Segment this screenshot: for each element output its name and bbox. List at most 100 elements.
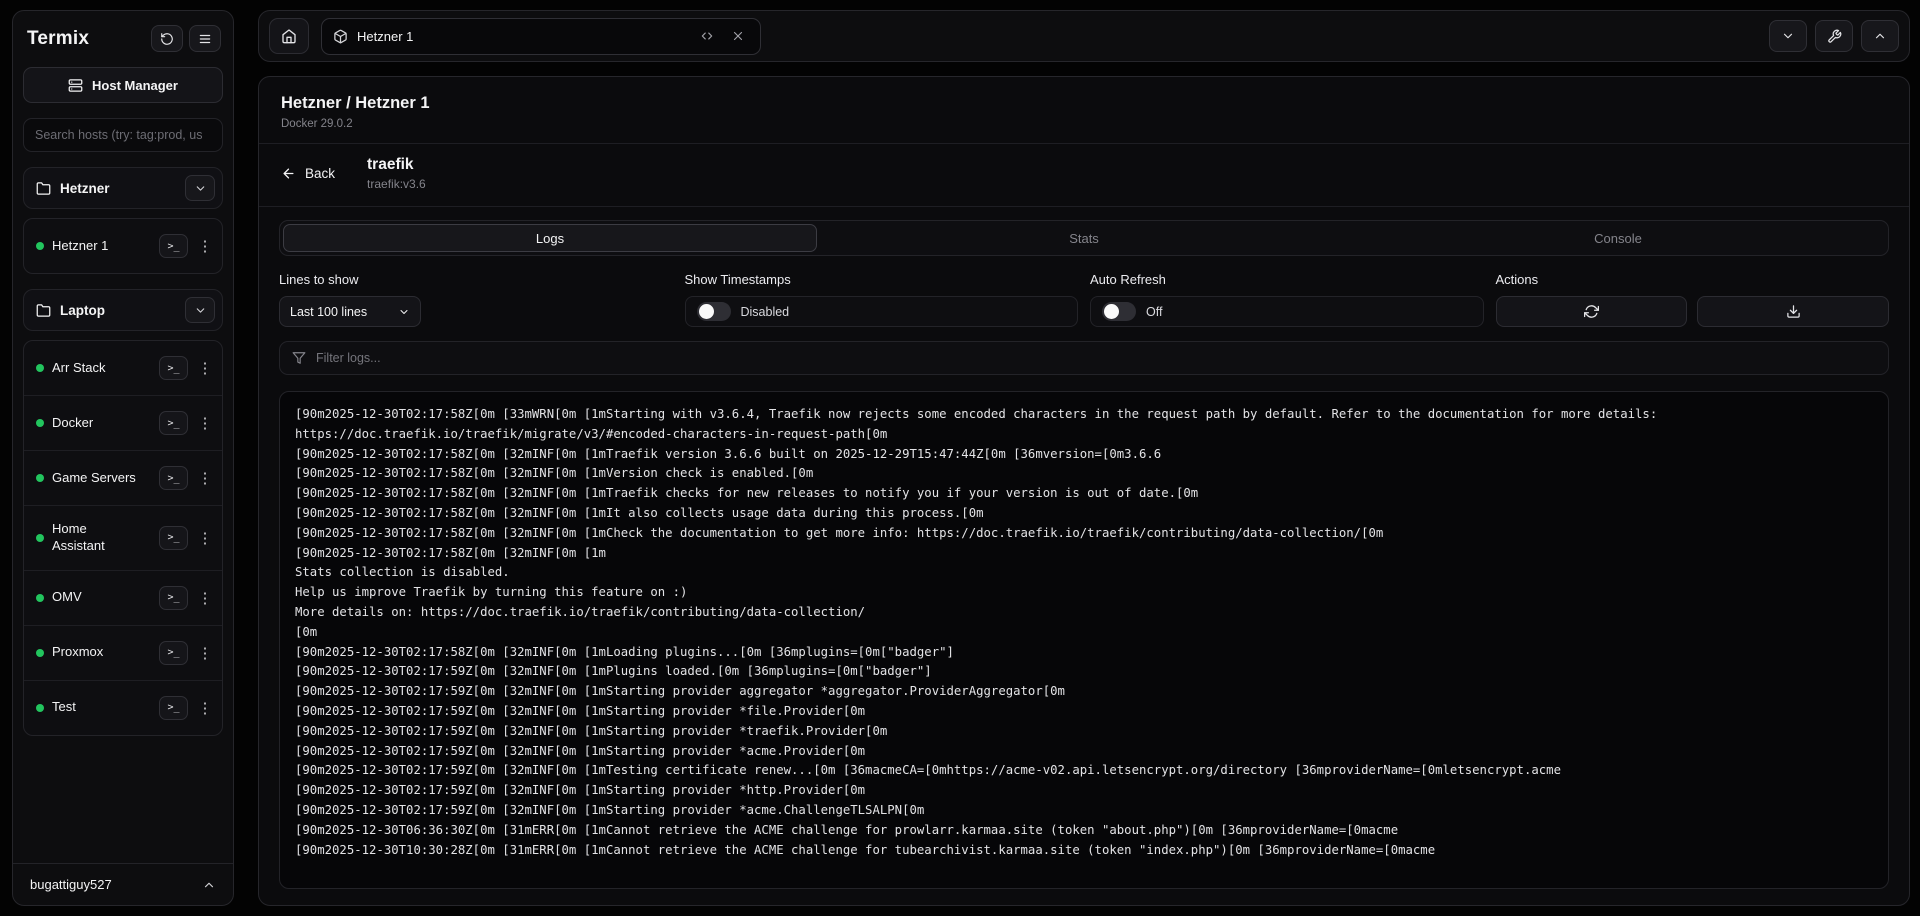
actions-buttons (1496, 296, 1890, 327)
terminal-button[interactable]: >_ (159, 586, 188, 610)
terminal-button[interactable]: >_ (159, 526, 188, 550)
host-item[interactable]: Test >_ ⋮ (24, 680, 222, 735)
download-logs-button[interactable] (1697, 296, 1889, 327)
group-collapse-button[interactable] (185, 175, 215, 201)
toggle-switch[interactable] (697, 302, 731, 321)
arrow-left-icon (281, 166, 296, 181)
back-label: Back (305, 166, 335, 181)
log-line: [90m2025-12-30T02:17:59Z[0m [32mINF[0m [… (295, 682, 1873, 702)
host-item[interactable]: Arr Stack >_ ⋮ (24, 341, 222, 395)
container-header: Back traefik traefik:v3.6 (259, 144, 1909, 207)
log-line: [90m2025-12-30T02:17:59Z[0m [32mINF[0m [… (295, 702, 1873, 722)
host-item[interactable]: Home Assistant >_ ⋮ (24, 505, 222, 570)
auto-refresh-toggle[interactable]: Off (1090, 296, 1484, 327)
menu-button[interactable] (189, 25, 221, 52)
tools-button[interactable] (1815, 20, 1853, 52)
host-search-input[interactable] (23, 118, 223, 152)
host-group-laptop[interactable]: Laptop (23, 289, 223, 331)
split-icon (700, 29, 714, 43)
log-line: [90m2025-12-30T06:36:30Z[0m [31mERR[0m [… (295, 821, 1873, 841)
status-dot (36, 364, 44, 372)
username: bugattiguy527 (30, 877, 112, 892)
sidebar-footer[interactable]: bugattiguy527 (13, 863, 233, 905)
tab-bar-right-controls (1769, 20, 1899, 52)
status-dot (36, 649, 44, 657)
kebab-menu-button[interactable]: ⋮ (196, 411, 214, 435)
terminal-button[interactable]: >_ (159, 411, 188, 435)
show-timestamps-toggle[interactable]: Disabled (685, 296, 1079, 327)
lines-to-show-select[interactable]: Last 100 lines (279, 296, 421, 327)
host-item[interactable]: Proxmox >_ ⋮ (24, 625, 222, 680)
log-controls: Lines to show Last 100 lines Show Timest… (279, 272, 1889, 327)
terminal-button[interactable]: >_ (159, 641, 188, 665)
status-dot (36, 474, 44, 482)
host-item[interactable]: OMV >_ ⋮ (24, 570, 222, 625)
kebab-menu-button[interactable]: ⋮ (196, 356, 214, 380)
kebab-menu-button[interactable]: ⋮ (196, 234, 214, 258)
collapse-up-button[interactable] (1861, 20, 1899, 52)
tab-hetzner-1[interactable]: Hetzner 1 (321, 18, 761, 55)
view-tabs: Logs Stats Console (279, 220, 1889, 256)
kebab-menu-button[interactable]: ⋮ (196, 466, 214, 490)
host-label: OMV (52, 589, 82, 606)
host-manager-button[interactable]: Host Manager (23, 67, 223, 103)
status-dot (36, 704, 44, 712)
split-view-button[interactable] (696, 25, 718, 47)
tab-bar: Hetzner 1 (258, 10, 1910, 62)
log-line: More details on: https://doc.traefik.io/… (295, 603, 1873, 623)
terminal-button[interactable]: >_ (159, 356, 188, 380)
server-subtitle: Docker 29.0.2 (281, 118, 1887, 130)
toggle-switch[interactable] (1102, 302, 1136, 321)
group-collapse-button[interactable] (185, 297, 215, 323)
tab-console[interactable]: Console (1351, 224, 1885, 252)
lines-to-show-group: Lines to show Last 100 lines (279, 272, 673, 327)
kebab-menu-button[interactable]: ⋮ (196, 696, 214, 720)
reconnect-button[interactable] (151, 25, 183, 52)
host-label: Test (52, 699, 76, 716)
terminal-button[interactable]: >_ (159, 466, 188, 490)
host-label: Home Assistant (52, 521, 140, 555)
kebab-menu-button[interactable]: ⋮ (196, 586, 214, 610)
host-item[interactable]: Hetzner 1 >_ ⋮ (24, 219, 222, 273)
show-timestamps-group: Show Timestamps Disabled (685, 272, 1079, 327)
status-dot (36, 594, 44, 602)
server-icon (68, 78, 83, 93)
terminal-button[interactable]: >_ (159, 696, 188, 720)
host-list-laptop: Arr Stack >_ ⋮ Docker >_ ⋮ Game Servers … (23, 340, 223, 736)
log-line: [90m2025-12-30T02:17:58Z[0m [32mINF[0m [… (295, 544, 1873, 564)
kebab-menu-button[interactable]: ⋮ (196, 526, 214, 550)
host-list-hetzner: Hetzner 1 >_ ⋮ (23, 218, 223, 274)
log-line: [90m2025-12-30T02:17:59Z[0m [32mINF[0m [… (295, 662, 1873, 682)
refresh-logs-button[interactable] (1496, 296, 1688, 327)
log-line: [90m2025-12-30T02:17:58Z[0m [32mINF[0m [… (295, 464, 1873, 484)
server-panel: Hetzner / Hetzner 1 Docker 29.0.2 Back t… (258, 76, 1910, 906)
log-output[interactable]: [90m2025-12-30T02:17:58Z[0m [33mWRN[0m [… (279, 391, 1889, 889)
terminal-button[interactable]: >_ (159, 234, 188, 258)
home-button[interactable] (269, 18, 309, 54)
log-line: [90m2025-12-30T02:17:59Z[0m [32mINF[0m [… (295, 742, 1873, 762)
home-icon (281, 28, 297, 44)
close-tab-button[interactable] (727, 25, 749, 47)
status-dot (36, 419, 44, 427)
status-dot (36, 534, 44, 542)
container-name: traefik (367, 156, 426, 174)
show-timestamps-label: Show Timestamps (685, 272, 1079, 287)
folder-icon (36, 181, 51, 196)
collapse-down-button[interactable] (1769, 20, 1807, 52)
host-group-hetzner[interactable]: Hetzner (23, 167, 223, 209)
back-button[interactable]: Back (281, 166, 335, 181)
host-item[interactable]: Docker >_ ⋮ (24, 395, 222, 450)
auto-refresh-label: Auto Refresh (1090, 272, 1484, 287)
chevron-up-icon (202, 878, 216, 892)
filter-logs-input[interactable] (316, 351, 1876, 365)
server-header: Hetzner / Hetzner 1 Docker 29.0.2 (259, 77, 1909, 144)
folder-icon (36, 303, 51, 318)
kebab-menu-button[interactable]: ⋮ (196, 641, 214, 665)
chevron-down-icon (194, 304, 207, 317)
tab-logs[interactable]: Logs (283, 224, 817, 252)
log-line: [90m2025-12-30T02:17:58Z[0m [32mINF[0m [… (295, 484, 1873, 504)
host-label: Docker (52, 415, 93, 432)
host-item[interactable]: Game Servers >_ ⋮ (24, 450, 222, 505)
actions-group: Actions (1496, 272, 1890, 327)
tab-stats[interactable]: Stats (817, 224, 1351, 252)
